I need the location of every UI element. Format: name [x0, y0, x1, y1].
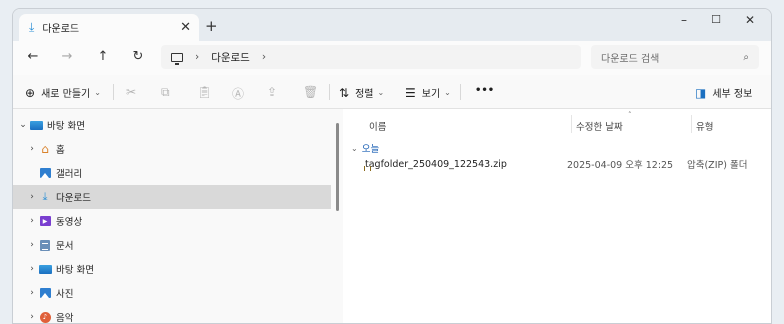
chevron-right-icon[interactable]: › — [26, 312, 38, 322]
music-icon: ♪ — [38, 311, 52, 323]
toolbar-divider — [113, 84, 114, 100]
pictures-icon — [38, 288, 52, 299]
new-button-label: 새로 만들기 — [41, 89, 91, 100]
desktop-icon — [29, 120, 43, 131]
tree-item-desktop[interactable]: › 바탕 화면 — [13, 257, 331, 281]
details-button[interactable]: ◨ 세부 정보 — [695, 85, 753, 101]
tree-item-gallery[interactable]: 갤러리 — [13, 161, 331, 185]
tab-title: 다운로드 — [42, 24, 80, 35]
this-pc-icon[interactable] — [171, 52, 183, 65]
navigation-pane: ⌄ 바탕 화면 › ⌂ 홈 갤러리 › ⤓ 다운로드 › ▶ 동영상 › 문서 — [13, 109, 343, 324]
tree-item-label: 음악 — [56, 313, 74, 324]
chevron-right-icon[interactable]: › — [26, 264, 38, 274]
file-type: 압축(ZIP) 폴더 — [687, 160, 748, 171]
new-tab-button[interactable]: + — [205, 17, 218, 35]
rename-icon[interactable]: Ⓐ — [232, 85, 244, 102]
chevron-down-icon[interactable]: ⌄ — [17, 120, 29, 130]
chevron-down-icon: ⌄ — [94, 88, 101, 97]
search-icon: ⌕ — [743, 51, 749, 63]
view-label: 보기 — [421, 89, 441, 100]
new-button[interactable]: ⊕ 새로 만들기 ⌄ — [25, 85, 101, 101]
breadcrumb-separator[interactable]: › — [262, 51, 266, 63]
chevron-right-icon[interactable]: › — [26, 216, 38, 226]
close-button[interactable]: ✕ — [735, 13, 765, 27]
chevron-down-icon: ⌄ — [377, 88, 385, 97]
tree-item-label: 동영상 — [56, 217, 83, 228]
toolbar-divider — [329, 84, 330, 100]
explorer-window: ⤓ 다운로드 ✕ + – ☐ ✕ ← → ↑ ↻ › 다운로드 › 다운로드 검… — [12, 8, 772, 324]
tree-item-label: 바탕 화면 — [56, 265, 94, 276]
chevron-right-icon[interactable]: › — [26, 144, 38, 154]
sort-indicator-icon: ˄ — [628, 111, 632, 119]
back-button[interactable]: ← — [23, 49, 43, 64]
document-icon — [38, 239, 52, 251]
tree-item-desktop-root[interactable]: ⌄ 바탕 화면 — [13, 113, 331, 137]
tree-item-home[interactable]: › ⌂ 홈 — [13, 137, 331, 161]
column-header-name[interactable]: 이름 — [369, 119, 386, 133]
tree-item-label: 다운로드 — [56, 193, 91, 204]
toolbar-divider — [460, 84, 461, 100]
maximize-button[interactable]: ☐ — [701, 13, 731, 26]
address-bar[interactable]: › 다운로드 › — [161, 45, 581, 69]
share-icon[interactable]: ⇪ — [267, 85, 277, 99]
file-name: tagfolder_250409_122543.zip — [365, 158, 507, 170]
tab-close-icon[interactable]: ✕ — [180, 20, 191, 35]
download-icon: ⤓ — [29, 20, 35, 34]
minimize-button[interactable]: – — [669, 13, 699, 27]
copy-icon[interactable]: ⧉ — [161, 85, 170, 100]
tree-item-label: 홈 — [56, 145, 65, 156]
plus-circle-icon: ⊕ — [25, 85, 36, 100]
view-list-icon: ☰ — [405, 85, 416, 100]
chevron-right-icon[interactable]: › — [26, 288, 38, 298]
home-icon: ⌂ — [41, 142, 49, 156]
navigation-scrollbar[interactable] — [336, 123, 339, 211]
cut-icon[interactable]: ✂ — [126, 85, 136, 99]
sort-icon: ⇅ — [339, 85, 350, 100]
video-icon: ▶ — [38, 216, 52, 227]
chevron-right-icon[interactable]: › — [26, 240, 38, 250]
breadcrumb-separator[interactable]: › — [195, 51, 199, 63]
tree-item-documents[interactable]: › 문서 — [13, 233, 331, 257]
gallery-icon — [38, 168, 52, 179]
navigation-bar: ← → ↑ ↻ › 다운로드 › 다운로드 검색 ⌕ — [13, 41, 771, 75]
tree-item-label: 갤러리 — [56, 169, 83, 180]
more-options-button[interactable]: ••• — [475, 85, 494, 96]
tab-bar: ⤓ 다운로드 ✕ + – ☐ ✕ — [13, 9, 771, 41]
refresh-button[interactable]: ↻ — [128, 49, 148, 64]
desktop-icon — [38, 264, 52, 275]
table-row[interactable]: tagfolder_250409_122543.zip 2025-04-09 오… — [343, 153, 771, 175]
chevron-right-icon[interactable]: › — [26, 192, 38, 202]
column-divider[interactable] — [691, 115, 692, 133]
tree-item-music[interactable]: › ♪ 음악 — [13, 305, 331, 324]
file-modified: 2025-04-09 오후 12:25 — [567, 160, 674, 171]
details-label: 세부 정보 — [712, 89, 753, 100]
column-header-modified[interactable]: 수정한 날짜 — [576, 119, 623, 133]
view-button[interactable]: ☰ 보기 ⌄ — [405, 85, 451, 101]
chevron-down-icon[interactable]: ⌄ — [351, 144, 358, 153]
forward-button[interactable]: → — [57, 49, 77, 64]
tree-item-downloads[interactable]: › ⤓ 다운로드 — [13, 185, 331, 209]
paste-icon[interactable]: 📋︎ — [197, 85, 212, 99]
delete-icon[interactable]: 🗑︎ — [303, 85, 318, 99]
chevron-down-icon: ⌄ — [444, 88, 451, 97]
details-pane-icon: ◨ — [695, 85, 707, 100]
column-divider[interactable] — [571, 115, 572, 133]
search-input[interactable]: 다운로드 검색 — [601, 50, 659, 65]
tree-item-label: 바탕 화면 — [47, 121, 85, 132]
breadcrumb-downloads[interactable]: 다운로드 — [211, 50, 250, 65]
column-header-type[interactable]: 유형 — [696, 119, 713, 133]
tree-item-label: 사진 — [56, 289, 74, 300]
tab-downloads[interactable]: ⤓ 다운로드 ✕ — [19, 14, 199, 41]
search-box[interactable]: 다운로드 검색 ⌕ — [591, 45, 759, 69]
tree-item-pictures[interactable]: › 사진 — [13, 281, 331, 305]
download-icon: ⤓ — [42, 190, 48, 203]
tree-item-label: 문서 — [56, 241, 74, 252]
file-list-pane: 이름 수정한 날짜 ˄ 유형 ⌄ 오늘 tagfolder_250409_122… — [343, 109, 771, 323]
sort-button[interactable]: ⇅ 정렬 ⌄ — [339, 85, 385, 101]
sort-label: 정렬 — [355, 89, 374, 100]
tree-item-videos[interactable]: › ▶ 동영상 — [13, 209, 331, 233]
up-button[interactable]: ↑ — [93, 49, 113, 64]
command-bar: ⊕ 새로 만들기 ⌄ ✂ ⧉ 📋︎ Ⓐ ⇪ 🗑︎ ⇅ 정렬 ⌄ ☰ 보기 ⌄ •… — [13, 75, 771, 109]
